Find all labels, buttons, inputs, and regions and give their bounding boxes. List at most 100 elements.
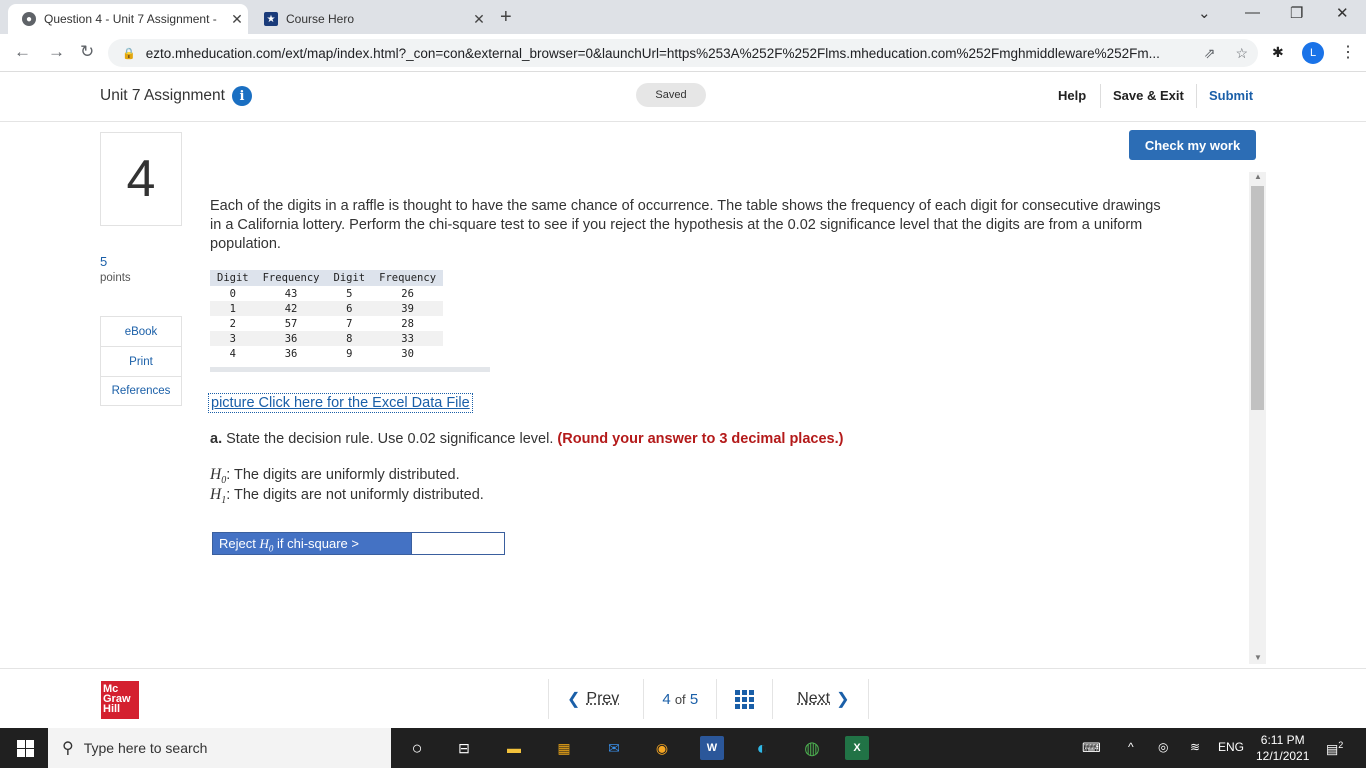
notification-icon[interactable]: ▤2: [1326, 740, 1343, 757]
h1-text: : The digits are not uniformly distribut…: [226, 487, 484, 503]
browser-tab-bar: ● Question 4 - Unit 7 Assignment - ✕ ★ C…: [0, 0, 1366, 34]
check-my-work-button[interactable]: Check my work: [1129, 130, 1256, 160]
part-a-text: State the decision rule. Use 0.02 signif…: [226, 431, 554, 447]
table-cell: 5: [346, 287, 353, 300]
table-cell: 4: [229, 347, 236, 360]
share-icon[interactable]: ⇗: [1204, 45, 1216, 62]
mail-icon[interactable]: ✉: [602, 736, 626, 760]
close-tab-icon[interactable]: ✕: [226, 11, 248, 28]
scroll-up-icon[interactable]: ▲: [1254, 172, 1262, 181]
null-hypothesis: H0: The digits are uniformly distributed…: [210, 466, 460, 486]
browser-tab-coursehero[interactable]: ★ Course Hero ✕: [250, 4, 490, 34]
table-cell: 28: [401, 317, 414, 330]
meet-now-icon[interactable]: ◎: [1158, 740, 1168, 754]
word-icon[interactable]: W: [700, 736, 724, 760]
norton-icon[interactable]: ◉: [650, 736, 674, 760]
column-header: Digit: [210, 270, 256, 286]
prev-button[interactable]: ❮ Prev: [548, 679, 643, 719]
question-number: 4: [100, 132, 182, 226]
grid-icon: [735, 689, 755, 709]
table-scrollbar[interactable]: [210, 367, 490, 372]
table-row: 3 36 8 33: [210, 331, 444, 346]
table-cell: 30: [401, 347, 414, 360]
cortana-icon[interactable]: ○: [405, 736, 429, 760]
close-window-icon[interactable]: ✕: [1336, 4, 1349, 22]
current-page: 4 of 5: [662, 691, 698, 708]
back-icon[interactable]: ←: [14, 42, 31, 62]
excel-icon[interactable]: X: [845, 736, 869, 760]
reject-prefix: Reject: [219, 536, 260, 551]
save-exit-link[interactable]: Save & Exit: [1113, 88, 1184, 103]
mcgraw-hill-logo: Mc Graw Hill: [101, 681, 139, 719]
browser-tab-assignment[interactable]: ● Question 4 - Unit 7 Assignment - ✕: [8, 4, 248, 34]
store-icon[interactable]: ▦: [552, 736, 576, 760]
h0-symbol: H0: [259, 536, 274, 554]
frequency-table: Digit Frequency Digit Frequency 0 43 5 2…: [210, 270, 444, 361]
windows-start-icon[interactable]: [17, 740, 34, 757]
minimize-icon[interactable]: —: [1245, 4, 1260, 21]
question-pager: ❮ Prev 4 of 5 Next ❯: [548, 679, 869, 719]
clock-date: 12/1/2021: [1256, 749, 1310, 763]
scroll-thumb[interactable]: [1251, 186, 1264, 410]
tab-title: Course Hero: [286, 12, 355, 26]
critical-value-input[interactable]: [411, 532, 505, 555]
keyboard-icon[interactable]: ⌨: [1082, 740, 1101, 756]
table-row: 2 57 7 28: [210, 316, 443, 331]
table-cell: 42: [255, 301, 327, 316]
part-a-label: a.: [210, 431, 223, 447]
file-explorer-icon[interactable]: ▬: [502, 736, 526, 760]
taskbar-search-input[interactable]: ⚲ Type here to search: [48, 728, 391, 768]
tab-title: Question 4 - Unit 7 Assignment -: [44, 12, 217, 26]
bookmark-star-icon[interactable]: ☆: [1235, 45, 1248, 62]
rounding-note: (Round your answer to 3 decimal places.): [557, 431, 844, 447]
submit-link[interactable]: Submit: [1209, 88, 1253, 103]
edge-icon[interactable]: ◐: [750, 736, 774, 760]
excel-data-file-link[interactable]: picture Click here for the Excel Data Fi…: [208, 393, 473, 413]
assignment-footer: Mc Graw Hill ❮ Prev 4 of 5 Next ❯: [0, 668, 1366, 728]
extensions-puzzle-icon[interactable]: ✱: [1272, 44, 1284, 61]
language-indicator[interactable]: ENG: [1218, 740, 1244, 754]
total-pages: 5: [689, 690, 699, 708]
table-cell: 3: [210, 331, 256, 346]
restore-icon[interactable]: ❐: [1290, 4, 1303, 22]
notification-count: 2: [1338, 740, 1344, 750]
h0-symbol: H0: [210, 466, 227, 487]
table-row: 1 42 6 39: [210, 301, 444, 316]
url-field[interactable]: 🔒 ezto.mheducation.com/ext/map/index.htm…: [108, 39, 1258, 67]
help-link[interactable]: Help: [1058, 88, 1086, 103]
browser-menu-icon[interactable]: ⋮: [1340, 42, 1356, 62]
table-cell: 36: [255, 331, 327, 346]
decision-rule-label: Reject H0 if chi-square >: [212, 532, 412, 555]
resource-links: eBook Print References: [100, 316, 182, 406]
profile-avatar[interactable]: L: [1302, 42, 1324, 64]
assignment-header: Unit 7 Assignment i Saved Help Save & Ex…: [0, 72, 1366, 122]
table-cell: 0: [229, 287, 236, 300]
content-scrollbar[interactable]: ▲ ▼: [1249, 172, 1266, 664]
new-tab-icon[interactable]: +: [500, 6, 512, 29]
wifi-icon[interactable]: ≋: [1190, 740, 1200, 754]
tray-chevron-icon[interactable]: ^: [1128, 740, 1134, 754]
page-indicator: 4 of 5: [643, 679, 716, 719]
reload-icon[interactable]: ↻: [80, 42, 94, 62]
column-header: Frequency: [255, 270, 327, 286]
table-cell: 43: [284, 287, 298, 300]
table-cell: 1: [210, 301, 256, 316]
references-link[interactable]: References: [100, 376, 182, 406]
info-icon[interactable]: i: [231, 86, 252, 106]
forward-icon[interactable]: →: [48, 42, 65, 62]
chrome-icon[interactable]: ◍: [800, 736, 824, 760]
question-grid-button[interactable]: [716, 679, 772, 719]
tab-search-chevron-icon[interactable]: ⌄: [1198, 4, 1211, 22]
print-link[interactable]: Print: [100, 346, 182, 376]
column-header: Frequency: [372, 270, 444, 286]
table-cell: 39: [372, 301, 444, 316]
close-tab-icon[interactable]: ✕: [468, 11, 490, 28]
task-view-icon[interactable]: ⊟: [452, 736, 476, 760]
ebook-link[interactable]: eBook: [100, 316, 182, 346]
windows-taskbar: ⚲ Type here to search ○ ⊟ ▬ ▦ ✉ ◉ W ◐ ◍ …: [0, 728, 1366, 768]
next-button[interactable]: Next ❯: [772, 679, 869, 719]
system-clock[interactable]: 6:11 PM 12/1/2021: [1256, 732, 1309, 764]
scroll-down-icon[interactable]: ▼: [1254, 653, 1262, 662]
taskbar-search-placeholder: Type here to search: [83, 740, 208, 756]
table-cell: 9: [346, 347, 353, 360]
